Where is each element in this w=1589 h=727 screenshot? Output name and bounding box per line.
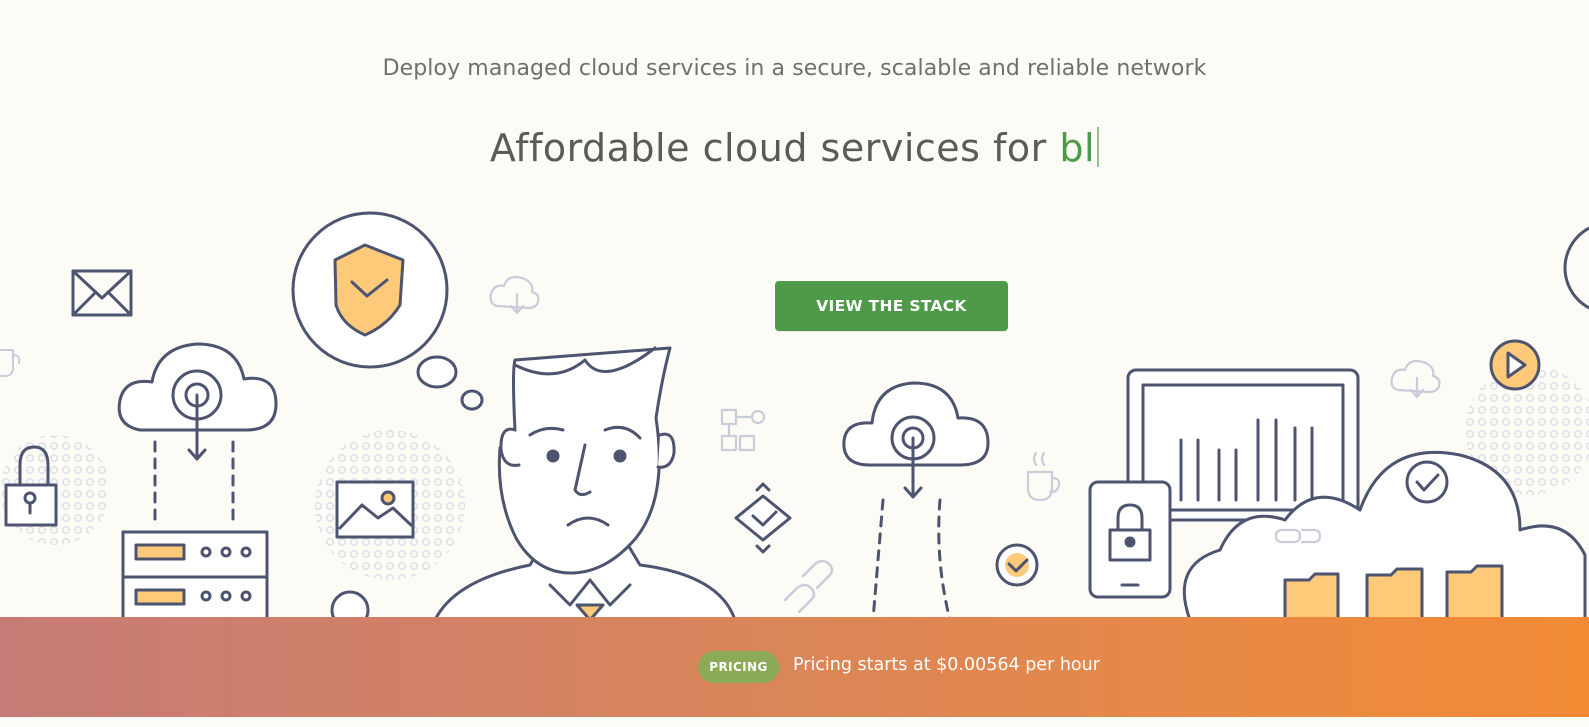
envelope-icon [71,269,133,317]
flowchart-icon [720,408,766,452]
server-rack-icon [121,530,269,620]
shield-thought-bubble-icon [291,211,484,411]
hero-illustration [0,211,1589,620]
image-frame-icon [335,480,415,539]
pricing-text[interactable]: Pricing starts at $0.00564 per hour [793,655,1100,675]
play-button-icon [1489,339,1541,391]
cloud-download-icon [489,275,540,315]
headline-typed-word: bl [1059,126,1096,170]
page-bottom-strip [0,717,1589,727]
check-circle-icon [330,590,370,620]
hero-headline: Affordable cloud services for bl [0,126,1589,170]
headline-prefix: Affordable cloud services for [489,126,1047,170]
diamond-check-icon [734,482,792,554]
cloud-upload-icon [842,381,990,620]
pricing-badge: PRICING [698,651,779,683]
person-illustration [433,346,737,620]
cloud-sync-icon [117,342,278,529]
cloud-download-icon [1390,359,1441,399]
hero-tagline: Deploy managed cloud services in a secur… [382,56,1207,81]
phone-lock-icon [1088,480,1172,599]
chain-link-icon [783,559,834,614]
check-circle-icon [995,543,1039,587]
folder-icon [1283,564,1504,620]
view-the-stack-button[interactable]: VIEW THE STACK [775,281,1008,331]
coffee-cup-icon [1026,451,1061,502]
typing-caret [1097,127,1100,167]
